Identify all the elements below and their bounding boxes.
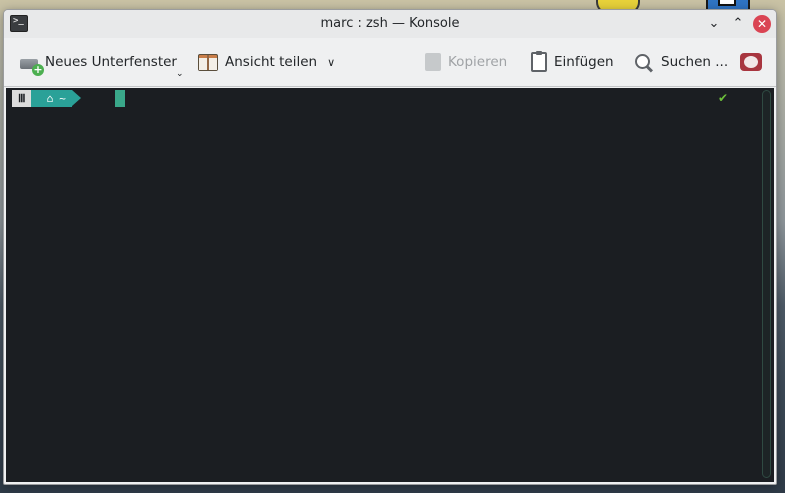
prompt-dir-segment: ⌂ ~ xyxy=(30,90,82,107)
title-bar[interactable]: marc : zsh — Konsole ⌄ ⌃ ✕ xyxy=(4,10,776,38)
split-view-label: Ansicht teilen xyxy=(225,54,318,70)
paste-icon xyxy=(531,51,547,72)
new-tab-icon xyxy=(20,59,44,76)
new-tab-dropdown-arrow-icon[interactable]: ⌄ xyxy=(176,69,184,79)
close-button[interactable]: ✕ xyxy=(753,15,771,33)
terminal-area[interactable]: Ⅲ ⌂ ~ ✔ xyxy=(6,88,774,482)
shell-prompt: Ⅲ ⌂ ~ xyxy=(12,90,82,107)
split-view-button[interactable]: Ansicht teilen ∨ xyxy=(198,51,335,73)
find-label: Suchen ... xyxy=(661,54,729,70)
minimize-button[interactable]: ⌄ xyxy=(705,15,723,33)
prompt-os-segment: Ⅲ xyxy=(12,90,39,107)
new-tab-label: Neues Unterfenster xyxy=(45,54,177,70)
copy-button[interactable]: Kopieren xyxy=(425,51,507,73)
maximize-button[interactable]: ⌃ xyxy=(729,15,747,33)
paste-button[interactable]: Einfügen xyxy=(531,51,614,73)
copy-label: Kopieren xyxy=(448,54,508,70)
split-view-icon xyxy=(198,53,218,71)
find-button[interactable]: Suchen ... xyxy=(634,51,728,73)
scrollbar[interactable] xyxy=(762,90,771,478)
status-check-icon: ✔ xyxy=(718,91,729,105)
home-icon: ⌂ xyxy=(46,92,54,105)
new-tab-button[interactable]: Neues Unterfenster xyxy=(20,51,177,76)
konsole-window: marc : zsh — Konsole ⌄ ⌃ ✕ Neues Unterfe… xyxy=(3,9,777,485)
hamburger-menu-button[interactable] xyxy=(740,51,769,73)
terminal-cursor xyxy=(115,90,125,107)
split-view-chevron-down-icon[interactable]: ∨ xyxy=(327,56,335,69)
window-title: marc : zsh — Konsole xyxy=(320,16,460,31)
search-icon xyxy=(634,52,654,72)
hamburger-menu-icon xyxy=(740,53,762,71)
paste-label: Einfügen xyxy=(554,54,614,70)
prompt-dir: ~ xyxy=(59,92,66,105)
copy-icon xyxy=(425,53,441,71)
toolbar: Neues Unterfenster ⌄ Ansicht teilen ∨ Ko… xyxy=(4,38,776,87)
